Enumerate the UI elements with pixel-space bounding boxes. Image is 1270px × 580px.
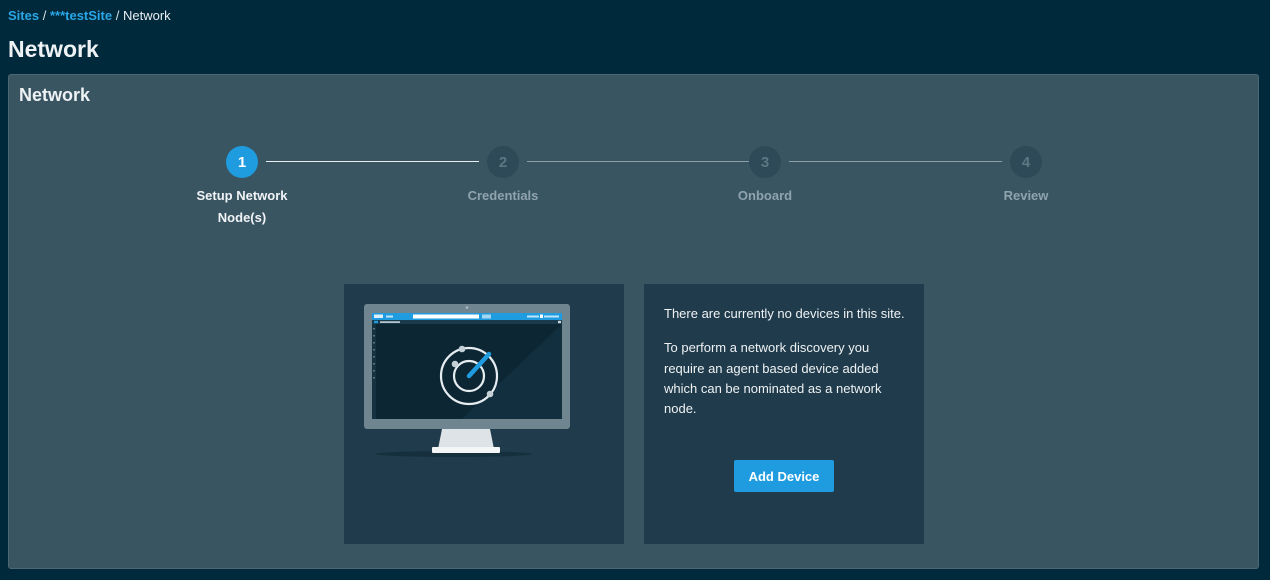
empty-state-description: To perform a network discovery you requi… — [664, 340, 882, 417]
step-connector-3-4 — [789, 161, 1002, 162]
setup-stepper: 1 2 3 4 Setup Network Node(s) Credential… — [9, 75, 1258, 245]
empty-state-panel: There are currently no devices in this s… — [644, 284, 924, 544]
network-card: Network 1 2 3 4 Setup Network Node(s) Cr… — [8, 74, 1259, 569]
step-1-label: Setup Network Node(s) — [196, 188, 288, 225]
monitor-network-scan-illustration — [364, 304, 570, 457]
empty-state-message: There are currently no devices in this s… — [664, 306, 905, 321]
add-device-button[interactable]: Add Device — [734, 460, 834, 492]
breadcrumb: Sites / ***testSite / Network — [8, 8, 171, 24]
step-4-indicator[interactable]: 4 — [1010, 146, 1042, 178]
breadcrumb-separator: / — [42, 8, 47, 23]
step-1-indicator[interactable]: 1 — [226, 146, 258, 178]
step-connector-2-3 — [527, 161, 749, 162]
empty-state-text: There are currently no devices in this s… — [664, 304, 910, 433]
breadcrumb-link-sites[interactable]: Sites — [8, 8, 39, 23]
step-2-indicator[interactable]: 2 — [487, 146, 519, 178]
breadcrumb-separator: / — [115, 8, 120, 23]
step-2-label: Credentials — [467, 188, 539, 203]
step-connector-1-2 — [266, 161, 479, 162]
breadcrumb-current: Network — [122, 8, 171, 23]
breadcrumb-link-site[interactable]: ***testSite — [50, 8, 112, 23]
step-4-label: Review — [1003, 188, 1049, 203]
step-3-label: Onboard — [737, 188, 793, 203]
step-3-indicator[interactable]: 3 — [749, 146, 781, 178]
illustration-panel — [344, 284, 624, 544]
page-title: Network — [8, 36, 99, 62]
